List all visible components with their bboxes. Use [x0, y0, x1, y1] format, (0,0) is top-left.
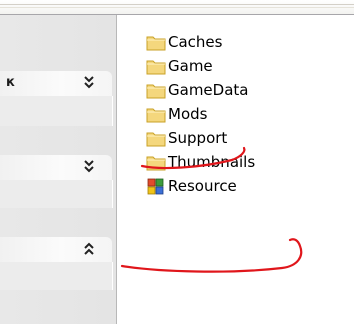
folder-icon [146, 60, 166, 74]
folder-label: Game [168, 57, 213, 75]
task-group-body-3 [0, 262, 113, 290]
task-group-body-2 [0, 180, 113, 208]
folder-icon [146, 156, 166, 170]
task-group-header-2[interactable] [0, 155, 112, 180]
task-group-header-1[interactable]: к [0, 71, 112, 96]
folder-icon [146, 36, 166, 50]
task-group-body-1 [0, 96, 113, 126]
file-item-resource[interactable]: Resource [146, 174, 255, 198]
folder-icon [146, 108, 166, 122]
folder-item-thumbnails[interactable]: Thumbnails [146, 150, 255, 174]
resource-underline [120, 238, 303, 273]
folder-icon [146, 132, 166, 146]
folder-item-game[interactable]: Game [146, 54, 255, 78]
chevron-double-up-icon[interactable] [82, 240, 96, 258]
folder-item-mods[interactable]: Mods [146, 102, 255, 126]
folder-label: Thumbnails [168, 153, 256, 171]
folder-label: GameData [168, 81, 249, 99]
chevron-double-down-icon[interactable] [82, 74, 96, 92]
folder-icon [146, 84, 166, 98]
task-group-title-1: к [6, 75, 15, 90]
task-group-header-3[interactable] [0, 237, 112, 262]
chevron-double-down-icon[interactable] [82, 158, 96, 176]
file-label: Resource [168, 177, 237, 195]
folder-item-support[interactable]: Support [146, 126, 255, 150]
folder-item-caches[interactable]: Caches [146, 30, 255, 54]
folder-label: Caches [168, 33, 223, 51]
pane-divider [116, 15, 117, 324]
folder-item-gamedata[interactable]: GameData [146, 78, 255, 102]
folder-label: Support [168, 129, 228, 147]
resource-file-icon [147, 178, 164, 194]
task-pane: к [0, 15, 116, 324]
folder-list: Caches Game GameData Mods Support Thumbn… [146, 30, 255, 198]
window-top-bar [0, 0, 354, 15]
folder-label: Mods [168, 105, 208, 123]
